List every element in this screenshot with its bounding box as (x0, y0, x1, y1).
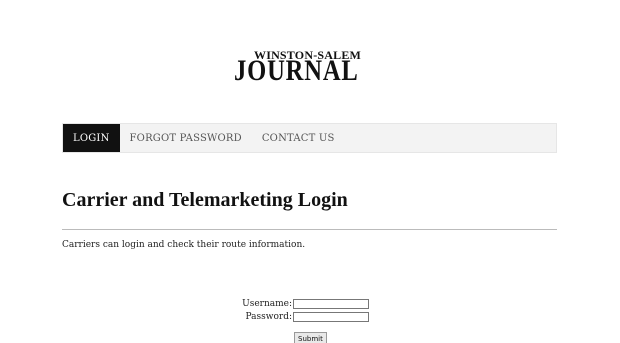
password-label: Password: (245, 312, 292, 322)
username-input[interactable] (293, 299, 369, 309)
login-form: Username: Password: Submit (240, 298, 380, 343)
divider (62, 229, 557, 230)
password-row: Password: (240, 311, 380, 323)
username-label: Username: (242, 299, 292, 309)
page-title: Carrier and Telemarketing Login (62, 189, 348, 211)
intro-text: Carriers can login and check their route… (62, 240, 306, 250)
main-nav: LOGIN FORGOT PASSWORD CONTACT US (62, 123, 557, 153)
nav-item-forgot-password[interactable]: FORGOT PASSWORD (120, 124, 252, 152)
nav-item-contact-us[interactable]: CONTACT US (252, 124, 345, 152)
submit-row: Submit (294, 326, 327, 343)
site-logo[interactable]: WINSTON-SALEM JOURNAL (234, 48, 386, 87)
username-row: Username: (240, 298, 380, 310)
password-input[interactable] (293, 312, 369, 322)
logo-main-text: JOURNAL (234, 54, 359, 87)
submit-button[interactable]: Submit (294, 332, 327, 343)
page: WINSTON-SALEM JOURNAL LOGIN FORGOT PASSW… (0, 0, 620, 343)
nav-item-login[interactable]: LOGIN (63, 124, 120, 152)
